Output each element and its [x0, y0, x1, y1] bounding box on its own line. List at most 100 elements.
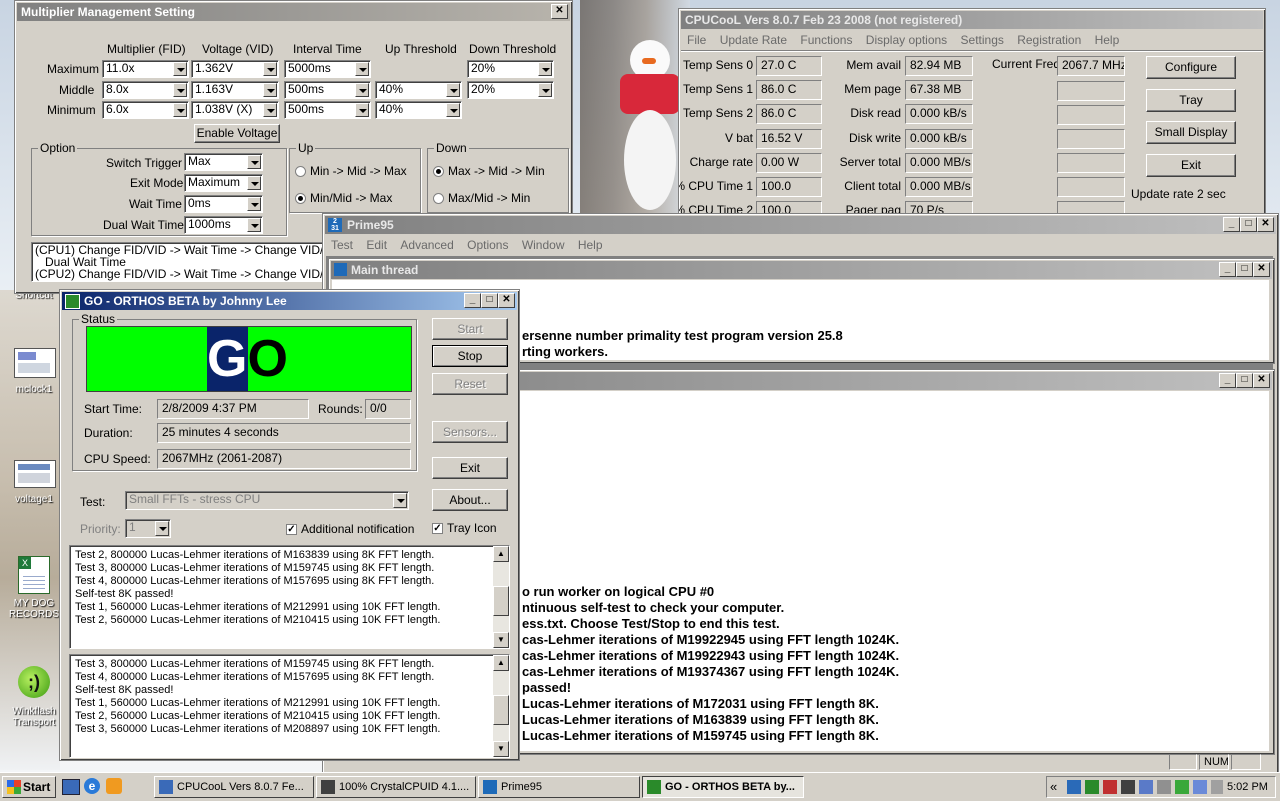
checkbox-checked-icon[interactable]: ✓ — [432, 523, 443, 535]
scroll-down-icon[interactable]: ▼ — [493, 632, 509, 648]
tray-app-icon[interactable] — [1121, 780, 1135, 794]
worker-close-button[interactable]: ✕ — [1253, 373, 1270, 388]
tray-app-icon[interactable] — [1067, 780, 1081, 794]
cpucool-menu-file[interactable]: File — [682, 33, 711, 47]
main-thread-maximize-button[interactable]: □ — [1236, 262, 1253, 277]
chevron-down-icon[interactable] — [173, 103, 187, 117]
chevron-down-icon[interactable] — [155, 521, 169, 536]
orthos-close-button[interactable]: ✕ — [498, 293, 515, 308]
tray-app-icon[interactable] — [1103, 780, 1117, 794]
mms-mid-up-threshold-select[interactable]: 40% — [375, 81, 462, 99]
wait-time-select[interactable]: 0ms — [184, 195, 263, 213]
chevron-down-icon[interactable] — [247, 218, 261, 232]
orthos-exit-button[interactable]: Exit — [432, 457, 508, 479]
scroll-thumb[interactable] — [493, 695, 509, 725]
orthos-reset-button[interactable]: Reset — [432, 373, 508, 395]
chevron-down-icon[interactable] — [247, 197, 261, 211]
prime95-maximize-button[interactable]: □ — [1240, 217, 1257, 232]
scroll-thumb[interactable] — [493, 586, 509, 616]
radio-off-icon[interactable] — [433, 193, 444, 205]
task-crystalcpuid[interactable]: 100% CrystalCPUID 4.1.... — [316, 776, 476, 798]
configure-button[interactable]: Configure — [1146, 56, 1236, 79]
prime95-minimize-button[interactable]: _ — [1223, 217, 1240, 232]
chevron-down-icon[interactable] — [247, 155, 261, 169]
small-display-button[interactable]: Small Display — [1146, 121, 1236, 144]
orthos-log-scrollbar[interactable]: ▲ ▼ — [493, 655, 509, 757]
desktop-icon-my-dog-records[interactable]: X MY DOG RECORDS — [6, 556, 62, 632]
chevron-down-icon[interactable] — [538, 62, 552, 76]
tray-button[interactable]: Tray — [1146, 89, 1236, 112]
prime95-menu-window[interactable]: Window — [517, 238, 570, 252]
cpucool-menu-display-options[interactable]: Display options — [861, 33, 952, 47]
show-desktop-icon[interactable] — [62, 779, 80, 795]
mms-max-interval-select[interactable]: 5000ms — [284, 60, 371, 78]
up-radio-min-mid-max[interactable]: Min -> Mid -> Max — [295, 164, 407, 178]
task-cpucool[interactable]: CPUCooL Vers 8.0.7 Fe... — [154, 776, 314, 798]
internet-explorer-icon[interactable]: e — [84, 778, 100, 794]
mms-mid-multiplier-select[interactable]: 8.0x — [102, 81, 189, 99]
chevron-down-icon[interactable] — [173, 62, 187, 76]
prime95-close-button[interactable]: ✕ — [1257, 217, 1274, 232]
scroll-up-icon[interactable]: ▲ — [493, 546, 509, 562]
priority-select[interactable]: 1 — [125, 519, 171, 538]
network-icon[interactable] — [1193, 780, 1207, 794]
mms-min-interval-select[interactable]: 500ms — [284, 101, 371, 119]
tray-icon-checkbox[interactable]: ✓ Tray Icon — [432, 521, 497, 535]
up-radio-minmid-max[interactable]: Min/Mid -> Max — [295, 191, 392, 205]
radio-on-icon[interactable] — [295, 193, 306, 205]
cpucool-menu-update-rate[interactable]: Update Rate — [715, 33, 792, 47]
orthos-minimize-button[interactable]: _ — [464, 293, 481, 308]
worker-maximize-button[interactable]: □ — [1236, 373, 1253, 388]
chevron-down-icon[interactable] — [355, 62, 369, 76]
orthos-start-button[interactable]: Start — [432, 318, 508, 340]
mms-min-voltage-select[interactable]: 1.038V (X) — [191, 101, 279, 119]
chevron-down-icon[interactable] — [446, 103, 460, 117]
checkbox-checked-icon[interactable]: ✓ — [286, 524, 297, 536]
orthos-sensors-button[interactable]: Sensors... — [432, 421, 508, 443]
chevron-down-icon[interactable] — [247, 176, 261, 190]
scroll-up-icon[interactable]: ▲ — [493, 655, 509, 671]
mms-max-voltage-select[interactable]: 1.362V — [191, 60, 279, 78]
mms-max-down-threshold-select[interactable]: 20% — [467, 60, 554, 78]
main-thread-minimize-button[interactable]: _ — [1219, 262, 1236, 277]
chevron-down-icon[interactable] — [355, 103, 369, 117]
desktop-icon-mclock1[interactable]: mclock1 — [8, 348, 60, 400]
mms-min-up-threshold-select[interactable]: 40% — [375, 101, 462, 119]
desktop-icon-shortcut[interactable]: Shortcut — [8, 290, 60, 330]
mms-close-button[interactable]: ✕ — [551, 4, 568, 19]
desktop-icon-voltage1[interactable]: voltage1 — [8, 458, 60, 510]
cpucool-menu-registration[interactable]: Registration — [1012, 33, 1086, 47]
dual-wait-time-select[interactable]: 1000ms — [184, 216, 263, 234]
chevron-down-icon[interactable] — [538, 83, 552, 97]
switch-trigger-select[interactable]: Max — [184, 153, 263, 171]
orthos-log-scrollbar[interactable]: ▲ ▼ — [493, 546, 509, 648]
start-button[interactable]: Start — [2, 776, 56, 798]
chevron-down-icon[interactable] — [393, 493, 407, 508]
cpucool-exit-button[interactable]: Exit — [1146, 154, 1236, 177]
radio-on-icon[interactable] — [433, 166, 444, 178]
additional-notification-checkbox[interactable]: ✓ Additional notification — [286, 522, 414, 536]
mms-mid-voltage-select[interactable]: 1.163V — [191, 81, 279, 99]
cpucool-menu-settings[interactable]: Settings — [956, 33, 1009, 47]
mms-min-multiplier-select[interactable]: 6.0x — [102, 101, 189, 119]
prime95-menu-edit[interactable]: Edit — [361, 238, 392, 252]
mms-mid-down-threshold-select[interactable]: 20% — [467, 81, 554, 99]
prime95-menu-advanced[interactable]: Advanced — [395, 238, 458, 252]
media-player-icon[interactable] — [106, 778, 122, 794]
exit-mode-select[interactable]: Maximum — [184, 174, 263, 192]
chevron-down-icon[interactable] — [355, 83, 369, 97]
safely-remove-icon[interactable] — [1175, 780, 1189, 794]
tray-app-icon[interactable] — [1085, 780, 1099, 794]
main-thread-close-button[interactable]: ✕ — [1253, 262, 1270, 277]
cpucool-menu-help[interactable]: Help — [1090, 33, 1125, 47]
down-radio-max-mid-min[interactable]: Max -> Mid -> Min — [433, 164, 545, 178]
prime95-menu-help[interactable]: Help — [573, 238, 608, 252]
chevron-down-icon[interactable] — [446, 83, 460, 97]
mms-max-multiplier-select[interactable]: 11.0x — [102, 60, 189, 78]
prime95-menu-options[interactable]: Options — [462, 238, 513, 252]
task-orthos[interactable]: GO - ORTHOS BETA by... — [642, 776, 804, 798]
tray-app-icon[interactable] — [1139, 780, 1153, 794]
volume-icon[interactable] — [1211, 780, 1223, 794]
orthos-about-button[interactable]: About... — [432, 489, 508, 511]
chevron-down-icon[interactable] — [263, 62, 277, 76]
